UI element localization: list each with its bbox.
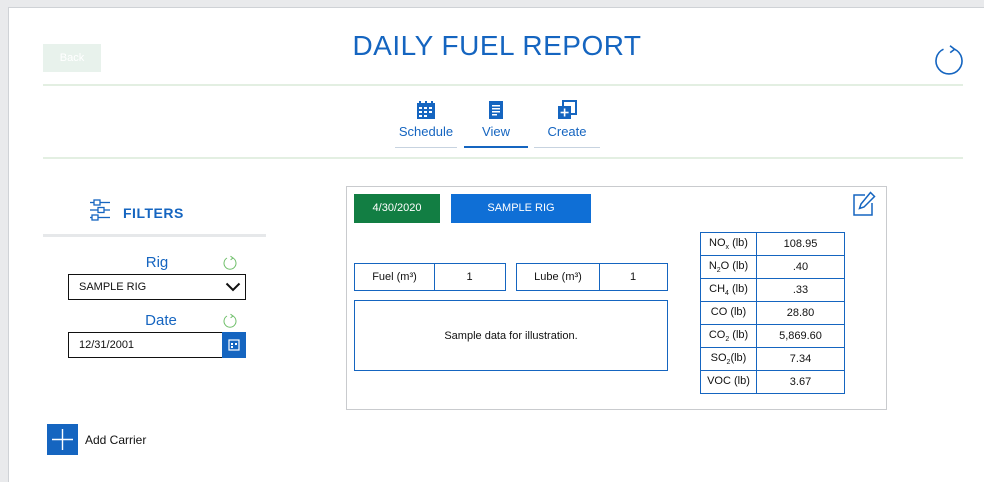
header-divider [43, 84, 963, 86]
rig-label: Rig [145, 254, 169, 271]
filters-title: FILTERS [123, 205, 184, 221]
date-input-value: 12/31/2001 [79, 339, 135, 351]
edit-icon[interactable] [851, 190, 877, 218]
add-carrier-label[interactable]: Add Carrier [85, 433, 146, 447]
tab-create[interactable]: Create [534, 100, 600, 139]
emission-label: CH4 (lb) [700, 278, 757, 302]
emission-value: 3.67 [756, 370, 845, 394]
emissions-row: CO (lb) 28.80 [700, 301, 845, 325]
chevron-down-icon [225, 282, 241, 292]
page-title: DAILY FUEL REPORT [352, 30, 642, 61]
calendar-icon [228, 339, 240, 351]
refresh-icon[interactable] [931, 43, 967, 79]
plus-icon [52, 429, 73, 450]
fuel-box: Fuel (m³) 1 [354, 263, 506, 291]
filters-icon [90, 199, 110, 221]
tab-schedule[interactable]: Schedule [395, 100, 457, 139]
filters-divider [43, 234, 266, 237]
lube-label: Lube (m³) [517, 264, 600, 290]
tab-view[interactable]: View [464, 100, 528, 139]
tab-view-underline [464, 146, 528, 148]
lube-value: 1 [629, 271, 637, 283]
rig-select-value: SAMPLE RIG [79, 281, 147, 293]
tab-schedule-underline [395, 147, 457, 148]
emissions-row: CO2 (lb) 5,869.60 [700, 324, 845, 348]
document-icon [489, 101, 503, 119]
calendar-button[interactable] [222, 332, 246, 358]
rig-reset-icon[interactable] [222, 255, 238, 271]
tab-view-label: View [482, 124, 510, 139]
report-card: 4/30/2020 SAMPLE RIG Fuel (m³) 1 Lube (m… [346, 186, 887, 410]
tab-create-underline [534, 147, 600, 148]
emissions-row: SO2(lb) 7.34 [700, 347, 845, 371]
emissions-row: N2O (lb) .40 [700, 255, 845, 279]
add-carrier-button[interactable] [47, 424, 78, 455]
report-rig-badge: SAMPLE RIG [451, 194, 591, 223]
emission-label: NOx (lb) [700, 232, 757, 256]
add-copy-icon [558, 100, 577, 119]
fuel-label: Fuel (m³) [355, 264, 435, 290]
nav-divider [43, 157, 963, 159]
emission-label: VOC (lb) [700, 370, 757, 394]
emission-label: N2O (lb) [700, 255, 757, 279]
emission-value: 108.95 [756, 232, 845, 256]
tab-schedule-label: Schedule [398, 124, 454, 139]
emission-value: .33 [756, 278, 845, 302]
emissions-row: VOC (lb) 3.67 [700, 370, 845, 394]
emissions-table: NOx (lb) 108.95 N2O (lb) .40 CH4 (lb) .33 CO (… [700, 232, 845, 394]
date-label: Date [145, 312, 177, 329]
emission-value: 5,869.60 [756, 324, 845, 348]
emission-value: .40 [756, 255, 845, 279]
date-reset-icon[interactable] [222, 313, 238, 329]
report-note: Sample data for illustration. [354, 300, 668, 371]
date-input[interactable]: 12/31/2001 [68, 332, 246, 358]
report-date-badge: 4/30/2020 [354, 194, 440, 223]
calendar-grid-icon [417, 101, 435, 119]
app-window: Back DAILY FUEL REPORT Schedule View Cre… [8, 7, 984, 482]
emission-value: 28.80 [756, 301, 845, 325]
rig-select[interactable]: SAMPLE RIG [68, 274, 246, 300]
emissions-row: NOx (lb) 108.95 [700, 232, 845, 256]
tab-create-label: Create [547, 124, 587, 139]
emission-label: SO2(lb) [700, 347, 757, 371]
emission-label: CO (lb) [700, 301, 757, 325]
emission-label: CO2 (lb) [700, 324, 757, 348]
emissions-row: CH4 (lb) .33 [700, 278, 845, 302]
lube-box: Lube (m³) 1 [516, 263, 668, 291]
fuel-value: 1 [466, 271, 473, 283]
emission-value: 7.34 [756, 347, 845, 371]
